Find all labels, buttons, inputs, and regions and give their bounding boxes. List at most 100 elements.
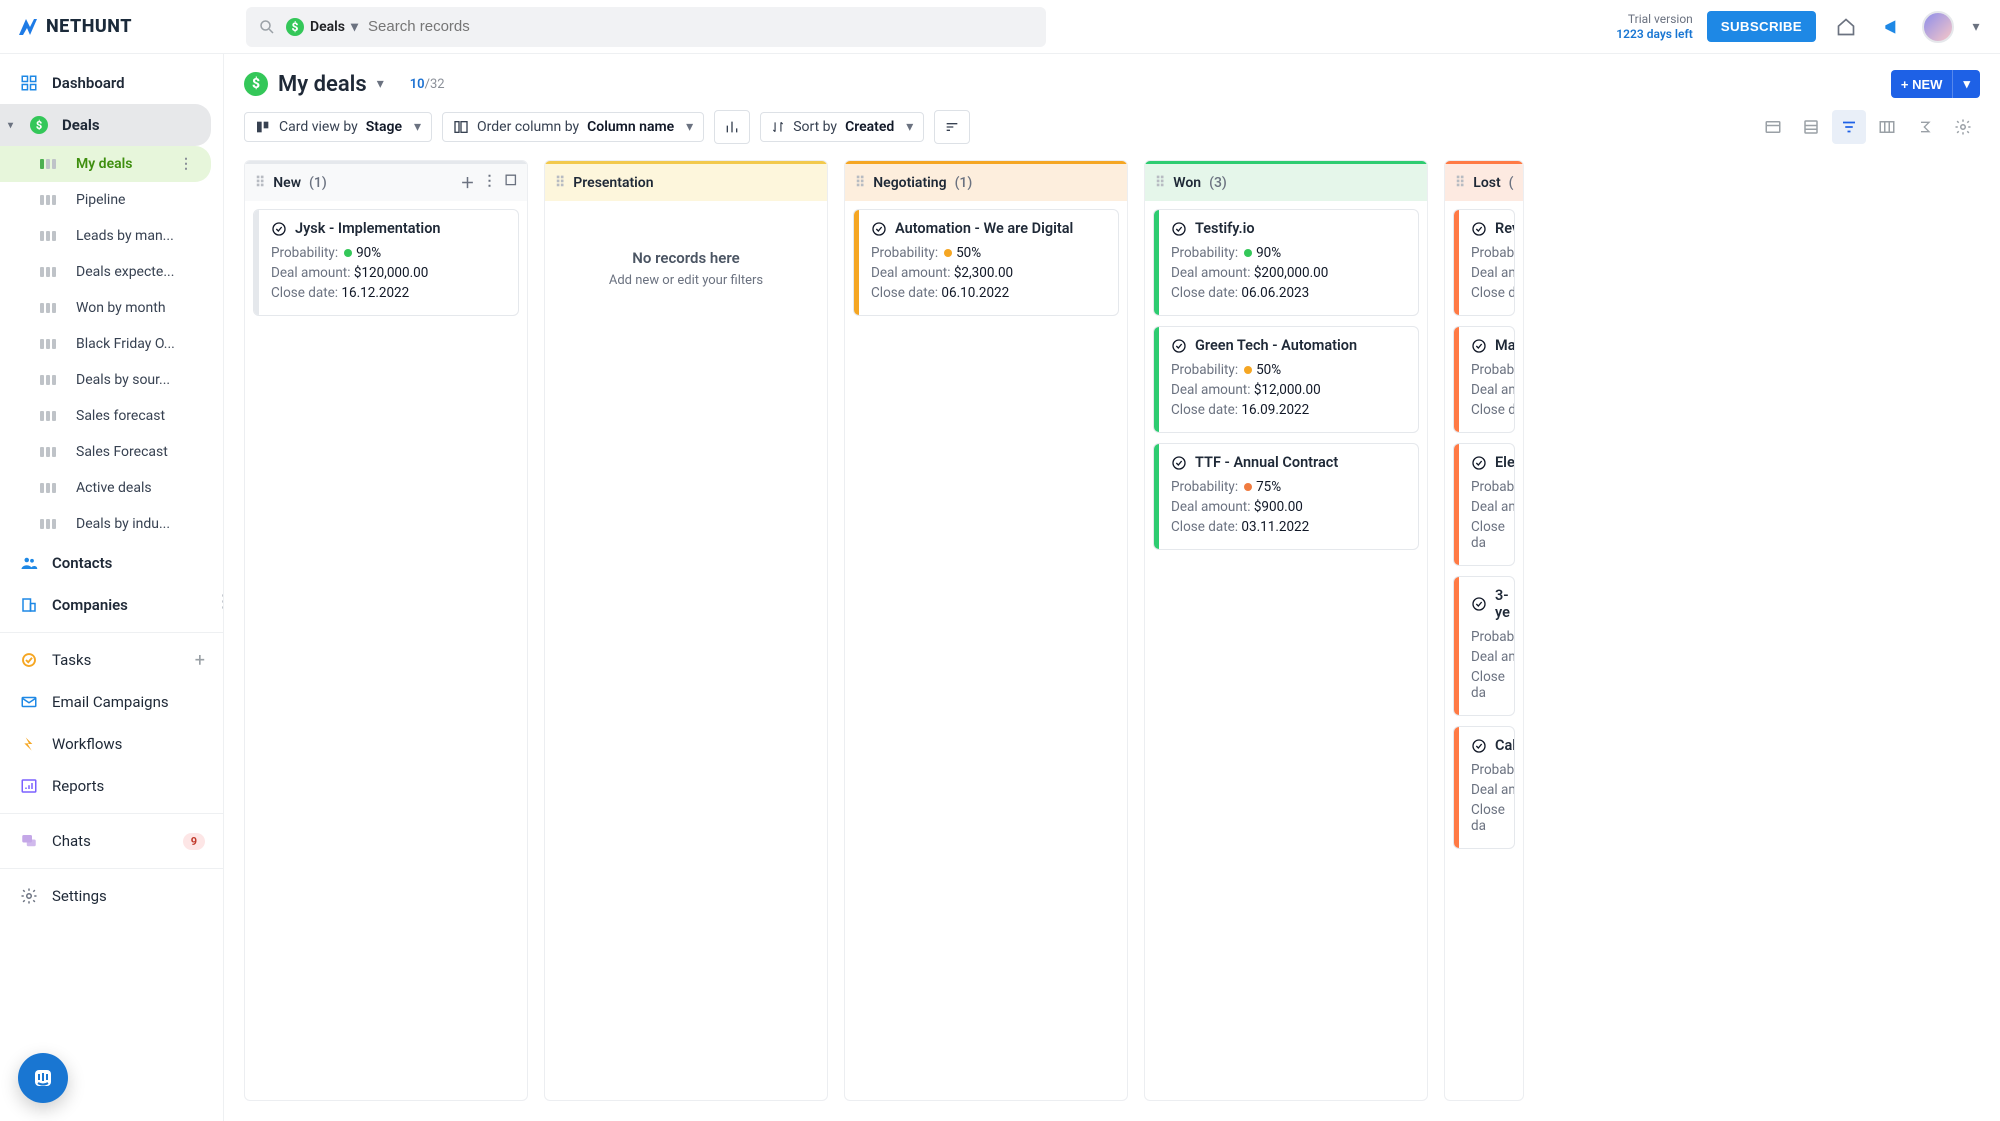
home-icon[interactable] <box>1830 11 1862 43</box>
deals-icon: $ <box>28 114 50 136</box>
sidebar-item-dashboard[interactable]: Dashboard <box>0 62 223 104</box>
chart-toggle[interactable] <box>714 110 750 144</box>
deal-card[interactable]: Man Probabil Deal am Close da <box>1453 326 1515 433</box>
sidebar-view-item[interactable]: Black Friday O... <box>0 326 223 362</box>
drag-grip-icon[interactable]: ⠿ <box>855 175 865 191</box>
deal-card[interactable]: Elen Probabil Deal am Close da <box>1453 443 1515 566</box>
sidebar-item-label: Deals <box>62 116 100 134</box>
user-avatar[interactable] <box>1922 11 1954 43</box>
deal-card[interactable]: Jysk - Implementation Probability:90% De… <box>253 209 519 316</box>
sidebar-view-item[interactable]: Active deals <box>0 470 223 506</box>
deal-card[interactable]: Green Tech - Automation Probability:50% … <box>1153 326 1419 433</box>
sort-direction-toggle[interactable] <box>934 110 970 144</box>
search-context-pill[interactable]: $ Deals ▾ <box>286 18 358 36</box>
chats-icon <box>18 830 40 852</box>
new-button-caret[interactable]: ▾ <box>1952 70 1980 98</box>
card-probability: Probability:90% <box>1171 245 1406 261</box>
search-bar[interactable]: $ Deals ▾ <box>246 7 1046 47</box>
add-card-icon[interactable]: ＋ <box>460 173 474 193</box>
sidebar-view-item[interactable]: Sales forecast <box>0 398 223 434</box>
column-body[interactable]: Automation - We are Digital Probability:… <box>845 201 1127 1100</box>
card-probability: Probabil <box>1471 245 1515 261</box>
view-card-icon[interactable] <box>1756 110 1790 144</box>
sidebar-item-tasks[interactable]: Tasks + <box>0 639 223 681</box>
user-menu-caret[interactable]: ▾ <box>1968 11 1984 43</box>
title-menu-caret[interactable]: ▾ <box>377 76 384 92</box>
column-body[interactable]: Testify.io Probability:90% Deal amount: … <box>1145 201 1427 1100</box>
intercom-fab[interactable] <box>18 1053 68 1103</box>
card-close: Close date: 03.11.2022 <box>1171 519 1406 535</box>
view-more-icon[interactable]: ⋮ <box>179 156 193 172</box>
brand-logo[interactable]: NETHUNT <box>16 15 132 39</box>
card-probability: Probability:90% <box>271 245 506 261</box>
sidebar-view-item[interactable]: Won by month <box>0 290 223 326</box>
view-mini-icon <box>40 411 56 421</box>
add-task-icon[interactable]: + <box>195 650 205 671</box>
order-column-selector[interactable]: Order column by Column name ▾ <box>442 112 704 142</box>
drag-grip-icon[interactable]: ⠿ <box>255 175 265 191</box>
column-name: Won <box>1173 175 1201 191</box>
deal-card[interactable]: Reve Probabil Deal am Close da <box>1453 209 1515 316</box>
deal-card[interactable]: 3-ye Probabil Deal am Close da <box>1453 576 1515 716</box>
sidebar-item-companies[interactable]: Companies <box>0 584 223 626</box>
search-input[interactable] <box>368 18 1034 35</box>
card-view-selector[interactable]: Card view by Stage ▾ <box>244 112 432 142</box>
column-menu-icon[interactable]: ⋮ <box>482 173 496 193</box>
card-amount: Deal am <box>1471 649 1515 665</box>
card-amount: Deal am <box>1471 265 1515 281</box>
filter-icon[interactable] <box>1832 110 1866 144</box>
deal-card[interactable]: Testify.io Probability:90% Deal amount: … <box>1153 209 1419 316</box>
drag-grip-icon[interactable]: ⠿ <box>555 175 565 191</box>
sidebar-view-item[interactable]: Sales Forecast <box>0 434 223 470</box>
column-header[interactable]: ⠿ New (1) ＋ ⋮ ☐ <box>245 161 527 201</box>
chevron-down-icon: ▾ <box>414 119 421 135</box>
sidebar-item-contacts[interactable]: Contacts <box>0 542 223 584</box>
deal-card[interactable]: Automation - We are Digital Probability:… <box>853 209 1119 316</box>
sidebar-view-item[interactable]: Deals by indu... <box>0 506 223 542</box>
card-title: Elen <box>1471 454 1515 471</box>
sidebar-resize-handle[interactable] <box>221 588 224 616</box>
drag-grip-icon[interactable]: ⠿ <box>1455 175 1465 191</box>
sidebar-item-reports[interactable]: Reports <box>0 765 223 807</box>
column-header[interactable]: ⠿ Lost ( <box>1445 161 1523 201</box>
column-checkbox-icon[interactable]: ☐ <box>504 173 517 193</box>
sidebar-item-chats[interactable]: Chats 9 <box>0 820 223 862</box>
announcement-icon[interactable] <box>1876 11 1908 43</box>
column-body[interactable]: No records here Add new or edit your fil… <box>545 201 827 1100</box>
column-header[interactable]: ⠿ Presentation <box>545 161 827 201</box>
sigma-icon[interactable] <box>1908 110 1942 144</box>
view-table-icon[interactable] <box>1870 110 1904 144</box>
deal-card[interactable]: Call Probabil Deal am Close da <box>1453 726 1515 849</box>
column-count: (1) <box>309 175 327 191</box>
column-header[interactable]: ⠿ Negotiating (1) <box>845 161 1127 201</box>
drag-grip-icon[interactable]: ⠿ <box>1155 175 1165 191</box>
kanban-board[interactable]: ⠿ New (1) ＋ ⋮ ☐ Jysk - Implementation Pr… <box>224 160 2000 1121</box>
sort-selector[interactable]: Sort by Created ▾ <box>760 112 924 142</box>
sidebar-item-email[interactable]: Email Campaigns <box>0 681 223 723</box>
new-record-split-button[interactable]: + NEW ▾ <box>1891 70 1980 98</box>
sidebar-view-item[interactable]: My deals⋮ <box>0 146 211 182</box>
settings-gear-icon[interactable] <box>1946 110 1980 144</box>
sidebar-view-item[interactable]: Pipeline <box>0 182 223 218</box>
sidebar-item-settings[interactable]: Settings <box>0 875 223 917</box>
sidebar-item-deals[interactable]: ▾ $ Deals <box>0 104 211 146</box>
sidebar-view-item[interactable]: Deals expecte... <box>0 254 223 290</box>
sidebar-view-item[interactable]: Leads by man... <box>0 218 223 254</box>
view-toolbar: Card view by Stage ▾ Order column by Col… <box>224 98 2000 160</box>
column-body[interactable]: Reve Probabil Deal am Close da Man Proba… <box>1445 201 1523 1100</box>
view-mini-icon <box>40 231 56 241</box>
sidebar-view-item[interactable]: Deals by sour... <box>0 362 223 398</box>
trial-info[interactable]: Trial version 1223 days left <box>1616 12 1693 41</box>
kanban-column: ⠿ New (1) ＋ ⋮ ☐ Jysk - Implementation Pr… <box>244 160 528 1101</box>
column-count: (3) <box>1209 175 1227 191</box>
card-close: Close da <box>1471 802 1515 834</box>
view-list-icon[interactable] <box>1794 110 1828 144</box>
column-body[interactable]: Jysk - Implementation Probability:90% De… <box>245 201 527 1100</box>
deal-card[interactable]: TTF - Annual Contract Probability:75% De… <box>1153 443 1419 550</box>
subscribe-button[interactable]: SUBSCRIBE <box>1707 11 1816 42</box>
card-close: Close da <box>1471 285 1515 301</box>
bar-chart-icon <box>724 119 740 135</box>
sidebar-item-workflows[interactable]: Workflows <box>0 723 223 765</box>
column-header[interactable]: ⠿ Won (3) <box>1145 161 1427 201</box>
new-button[interactable]: + NEW <box>1891 70 1953 98</box>
